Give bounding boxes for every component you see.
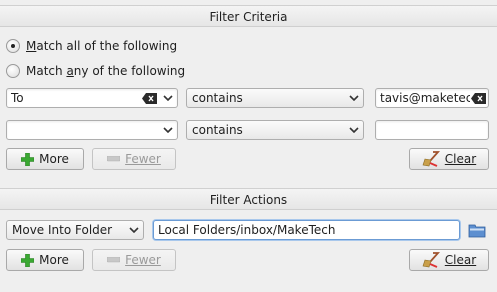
chevron-down-icon[interactable] [159,127,177,133]
clear-text-icon[interactable] [141,92,159,104]
clear-label: Clear [444,152,477,166]
more-label: More [39,253,69,267]
criteria-clear-button[interactable]: Clear [409,148,489,170]
minus-icon [107,257,121,263]
fewer-label: Fewer [125,253,161,267]
criteria-value-input-2[interactable] [375,120,489,140]
criteria-field-combo-1[interactable]: To [6,88,178,108]
criteria-operator-combo-2[interactable]: contains [186,120,364,140]
radio-unchecked-icon[interactable] [6,64,20,78]
criteria-more-button[interactable]: More [6,148,84,170]
match-all-radio[interactable]: Match all of the following [6,37,177,55]
criteria-field-combo-2[interactable] [6,120,178,140]
criteria-field-value: To [11,91,24,105]
folder-path-text: Local Folders/inbox/MakeTech [158,223,336,237]
chevron-down-icon[interactable] [159,95,177,101]
plus-icon [21,253,35,267]
match-any-label: Match any of the following [26,64,186,78]
minus-icon [107,156,121,162]
criteria-fewer-button[interactable]: Fewer [92,148,176,170]
filter-actions-header: Filter Actions [0,188,497,210]
fewer-label: Fewer [125,152,161,166]
chevron-down-icon [125,227,143,233]
plus-icon [21,152,35,166]
criteria-operator-value: contains [192,123,243,137]
criteria-operator-combo-1[interactable]: contains [186,88,364,108]
more-label: More [39,152,69,166]
folder-icon [468,224,486,238]
clear-text-icon[interactable] [470,92,488,104]
criteria-operator-value: contains [192,91,243,105]
chevron-down-icon [345,95,363,101]
clear-label: Clear [444,253,477,267]
broom-icon [422,252,440,268]
match-all-label: Match all of the following [26,39,178,53]
radio-checked-icon[interactable] [6,39,20,53]
match-any-radio[interactable]: Match any of the following [6,62,185,80]
action-type-value: Move Into Folder [12,223,113,237]
filter-criteria-header: Filter Criteria [0,5,497,27]
action-type-combo[interactable]: Move Into Folder [6,220,144,240]
actions-more-button[interactable]: More [6,249,84,271]
chevron-down-icon [345,127,363,133]
actions-clear-button[interactable]: Clear [409,249,489,271]
folder-path-input[interactable]: Local Folders/inbox/MakeTech [153,220,460,240]
criteria-value-text: tavis@maketec [380,91,470,105]
browse-folder-button[interactable] [467,220,487,240]
broom-icon [422,151,440,167]
actions-fewer-button[interactable]: Fewer [92,249,176,271]
criteria-value-input-1[interactable]: tavis@maketec [375,88,489,108]
